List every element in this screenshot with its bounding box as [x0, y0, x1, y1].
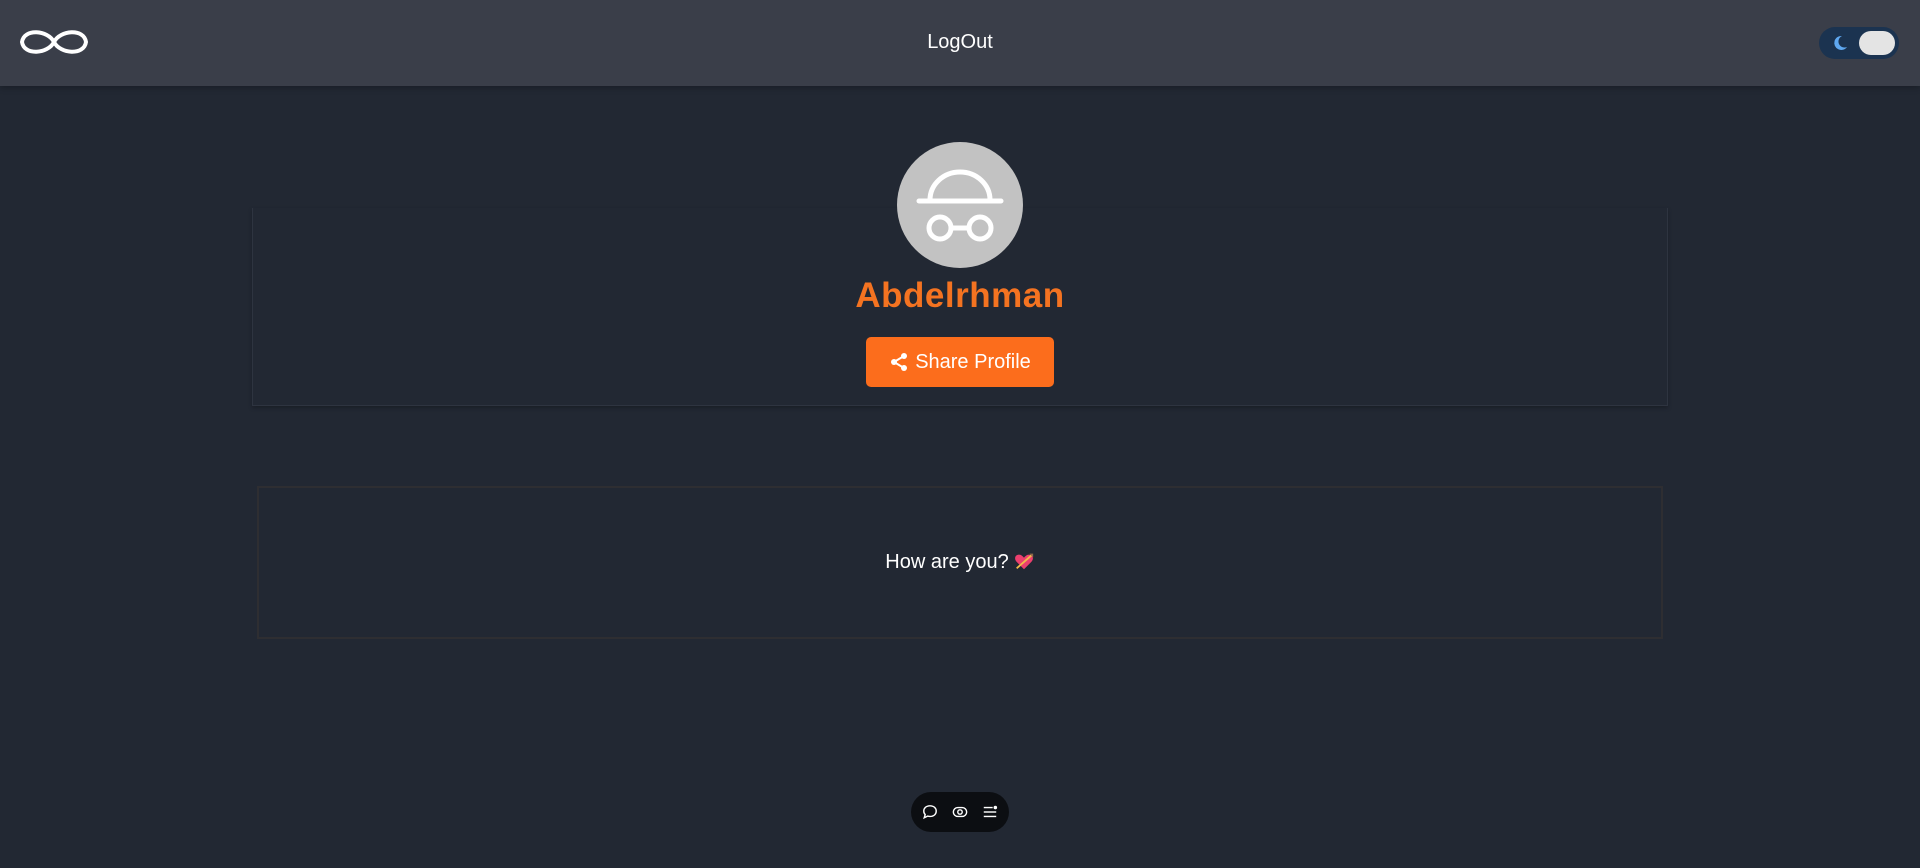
infinity-icon[interactable]	[18, 22, 90, 62]
logout-button[interactable]: LogOut	[900, 31, 1020, 54]
incognito-icon	[916, 169, 1004, 242]
bottom-dock	[911, 792, 1009, 832]
toggle-knob	[1859, 31, 1895, 55]
share-profile-button[interactable]: Share Profile	[866, 337, 1054, 387]
share-profile-label: Share Profile	[915, 350, 1031, 373]
theme-toggle[interactable]	[1819, 27, 1899, 59]
moon-icon	[1834, 35, 1847, 50]
share-icon	[891, 353, 908, 371]
heart-with-arrow-icon	[1014, 553, 1033, 570]
profile-username: Abdelrhman	[855, 276, 1065, 315]
chat-bubble-icon	[923, 805, 937, 820]
list-settings-icon	[983, 805, 998, 818]
message-card: How are you?	[257, 486, 1663, 639]
dock-menu-button[interactable]	[981, 803, 999, 821]
avatar	[897, 142, 1023, 268]
eye-icon	[952, 806, 968, 818]
dock-chat-button[interactable]	[921, 803, 939, 821]
top-navbar: LogOut	[0, 0, 1920, 86]
dock-view-button[interactable]	[951, 803, 969, 821]
message-text: How are you?	[885, 551, 1009, 573]
